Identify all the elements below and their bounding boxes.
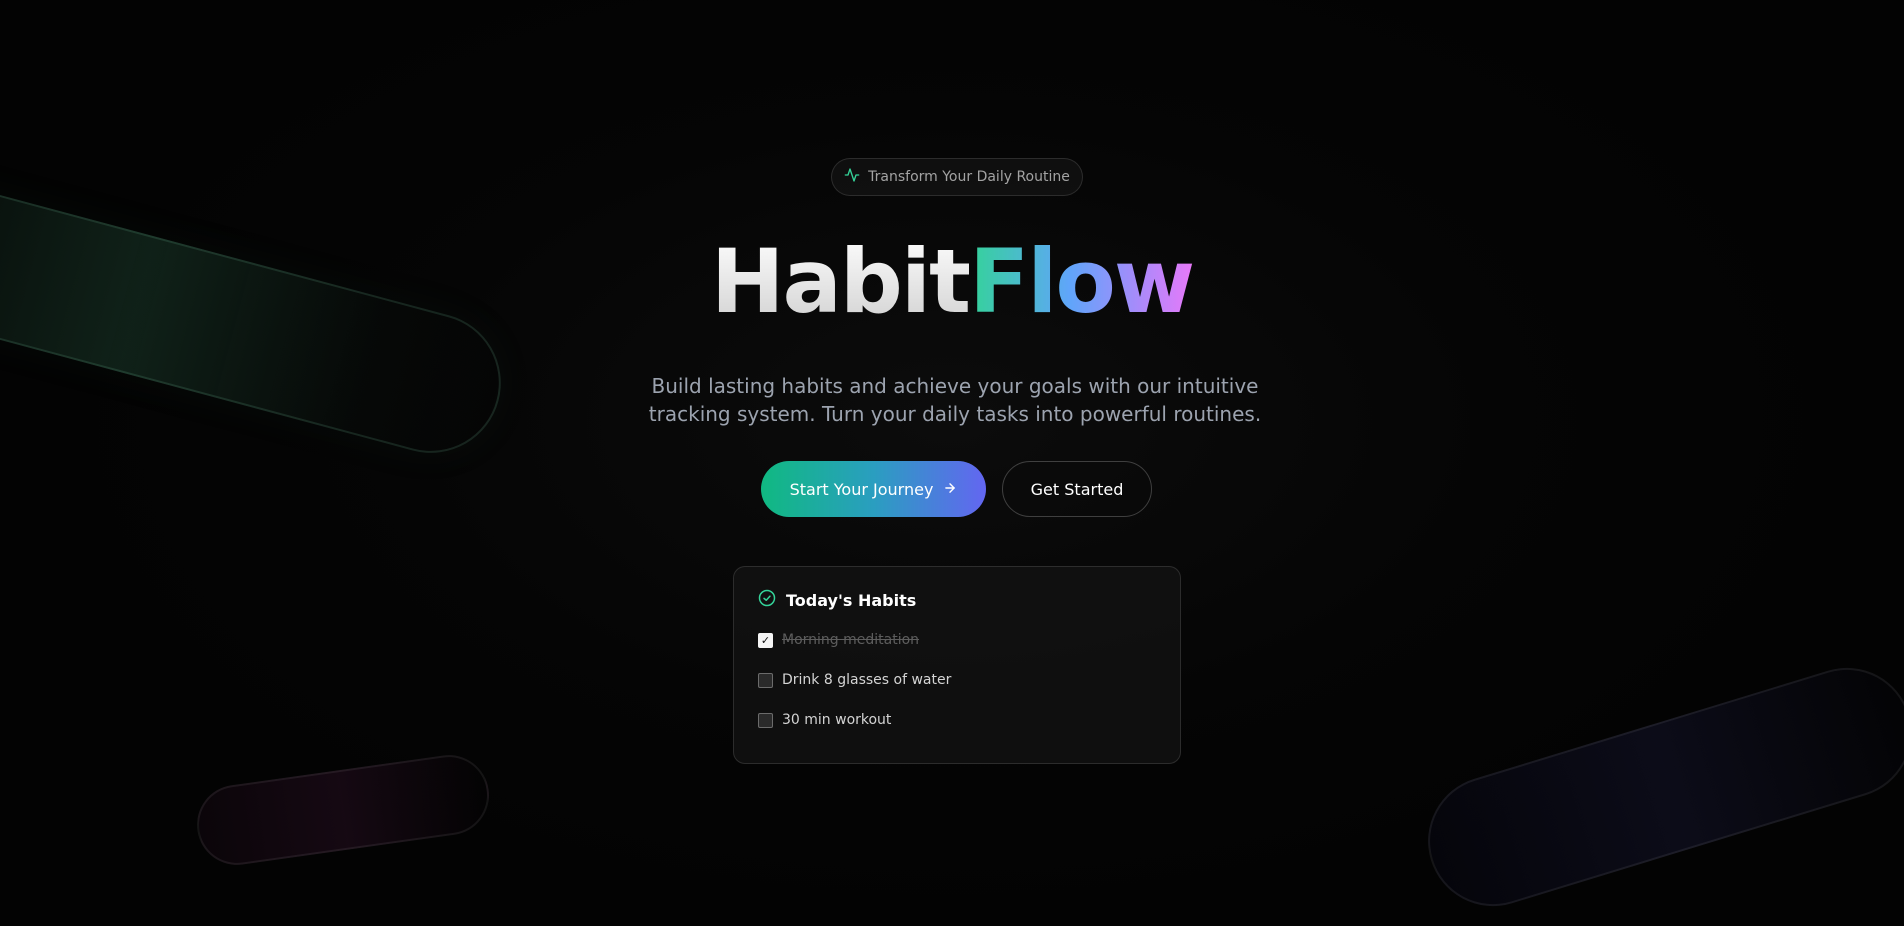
arrow-right-icon	[943, 480, 957, 499]
hero-section: Transform Your Daily Routine HabitFlow B…	[0, 0, 1904, 926]
page-title: HabitFlow	[0, 238, 1904, 326]
todays-habits-card: Today's Habits ✓ Morning meditation Drin…	[733, 566, 1181, 764]
start-journey-label: Start Your Journey	[789, 479, 934, 499]
card-title: Today's Habits	[786, 590, 917, 610]
decorative-blue-shape	[1411, 651, 1904, 923]
check-circle-icon	[758, 589, 776, 611]
activity-icon	[844, 167, 860, 187]
start-journey-button[interactable]: Start Your Journey	[761, 461, 986, 517]
get-started-button[interactable]: Get Started	[1002, 461, 1152, 517]
habit-item-meditation: ✓ Morning meditation	[758, 629, 1156, 651]
habit-checkbox[interactable]: ✓	[758, 632, 773, 648]
title-flow: Flow	[969, 230, 1195, 333]
tagline-text: Transform Your Daily Routine	[868, 169, 1070, 185]
habit-label: Drink 8 glasses of water	[782, 672, 952, 688]
habit-checkbox[interactable]	[758, 672, 773, 688]
hero-subtitle: Build lasting habits and achieve your go…	[648, 374, 1262, 426]
get-started-label: Get Started	[1030, 479, 1124, 499]
decorative-pink-shape	[191, 749, 495, 871]
habit-label: Morning meditation	[782, 632, 920, 648]
title-habit: Habit	[710, 230, 971, 333]
habit-checkbox[interactable]	[758, 712, 773, 728]
tagline-badge: Transform Your Daily Routine	[831, 158, 1083, 196]
habit-item-workout: 30 min workout	[758, 709, 1156, 731]
habit-label: 30 min workout	[782, 712, 892, 728]
habit-item-water: Drink 8 glasses of water	[758, 669, 1156, 691]
card-header: Today's Habits	[758, 589, 1156, 611]
